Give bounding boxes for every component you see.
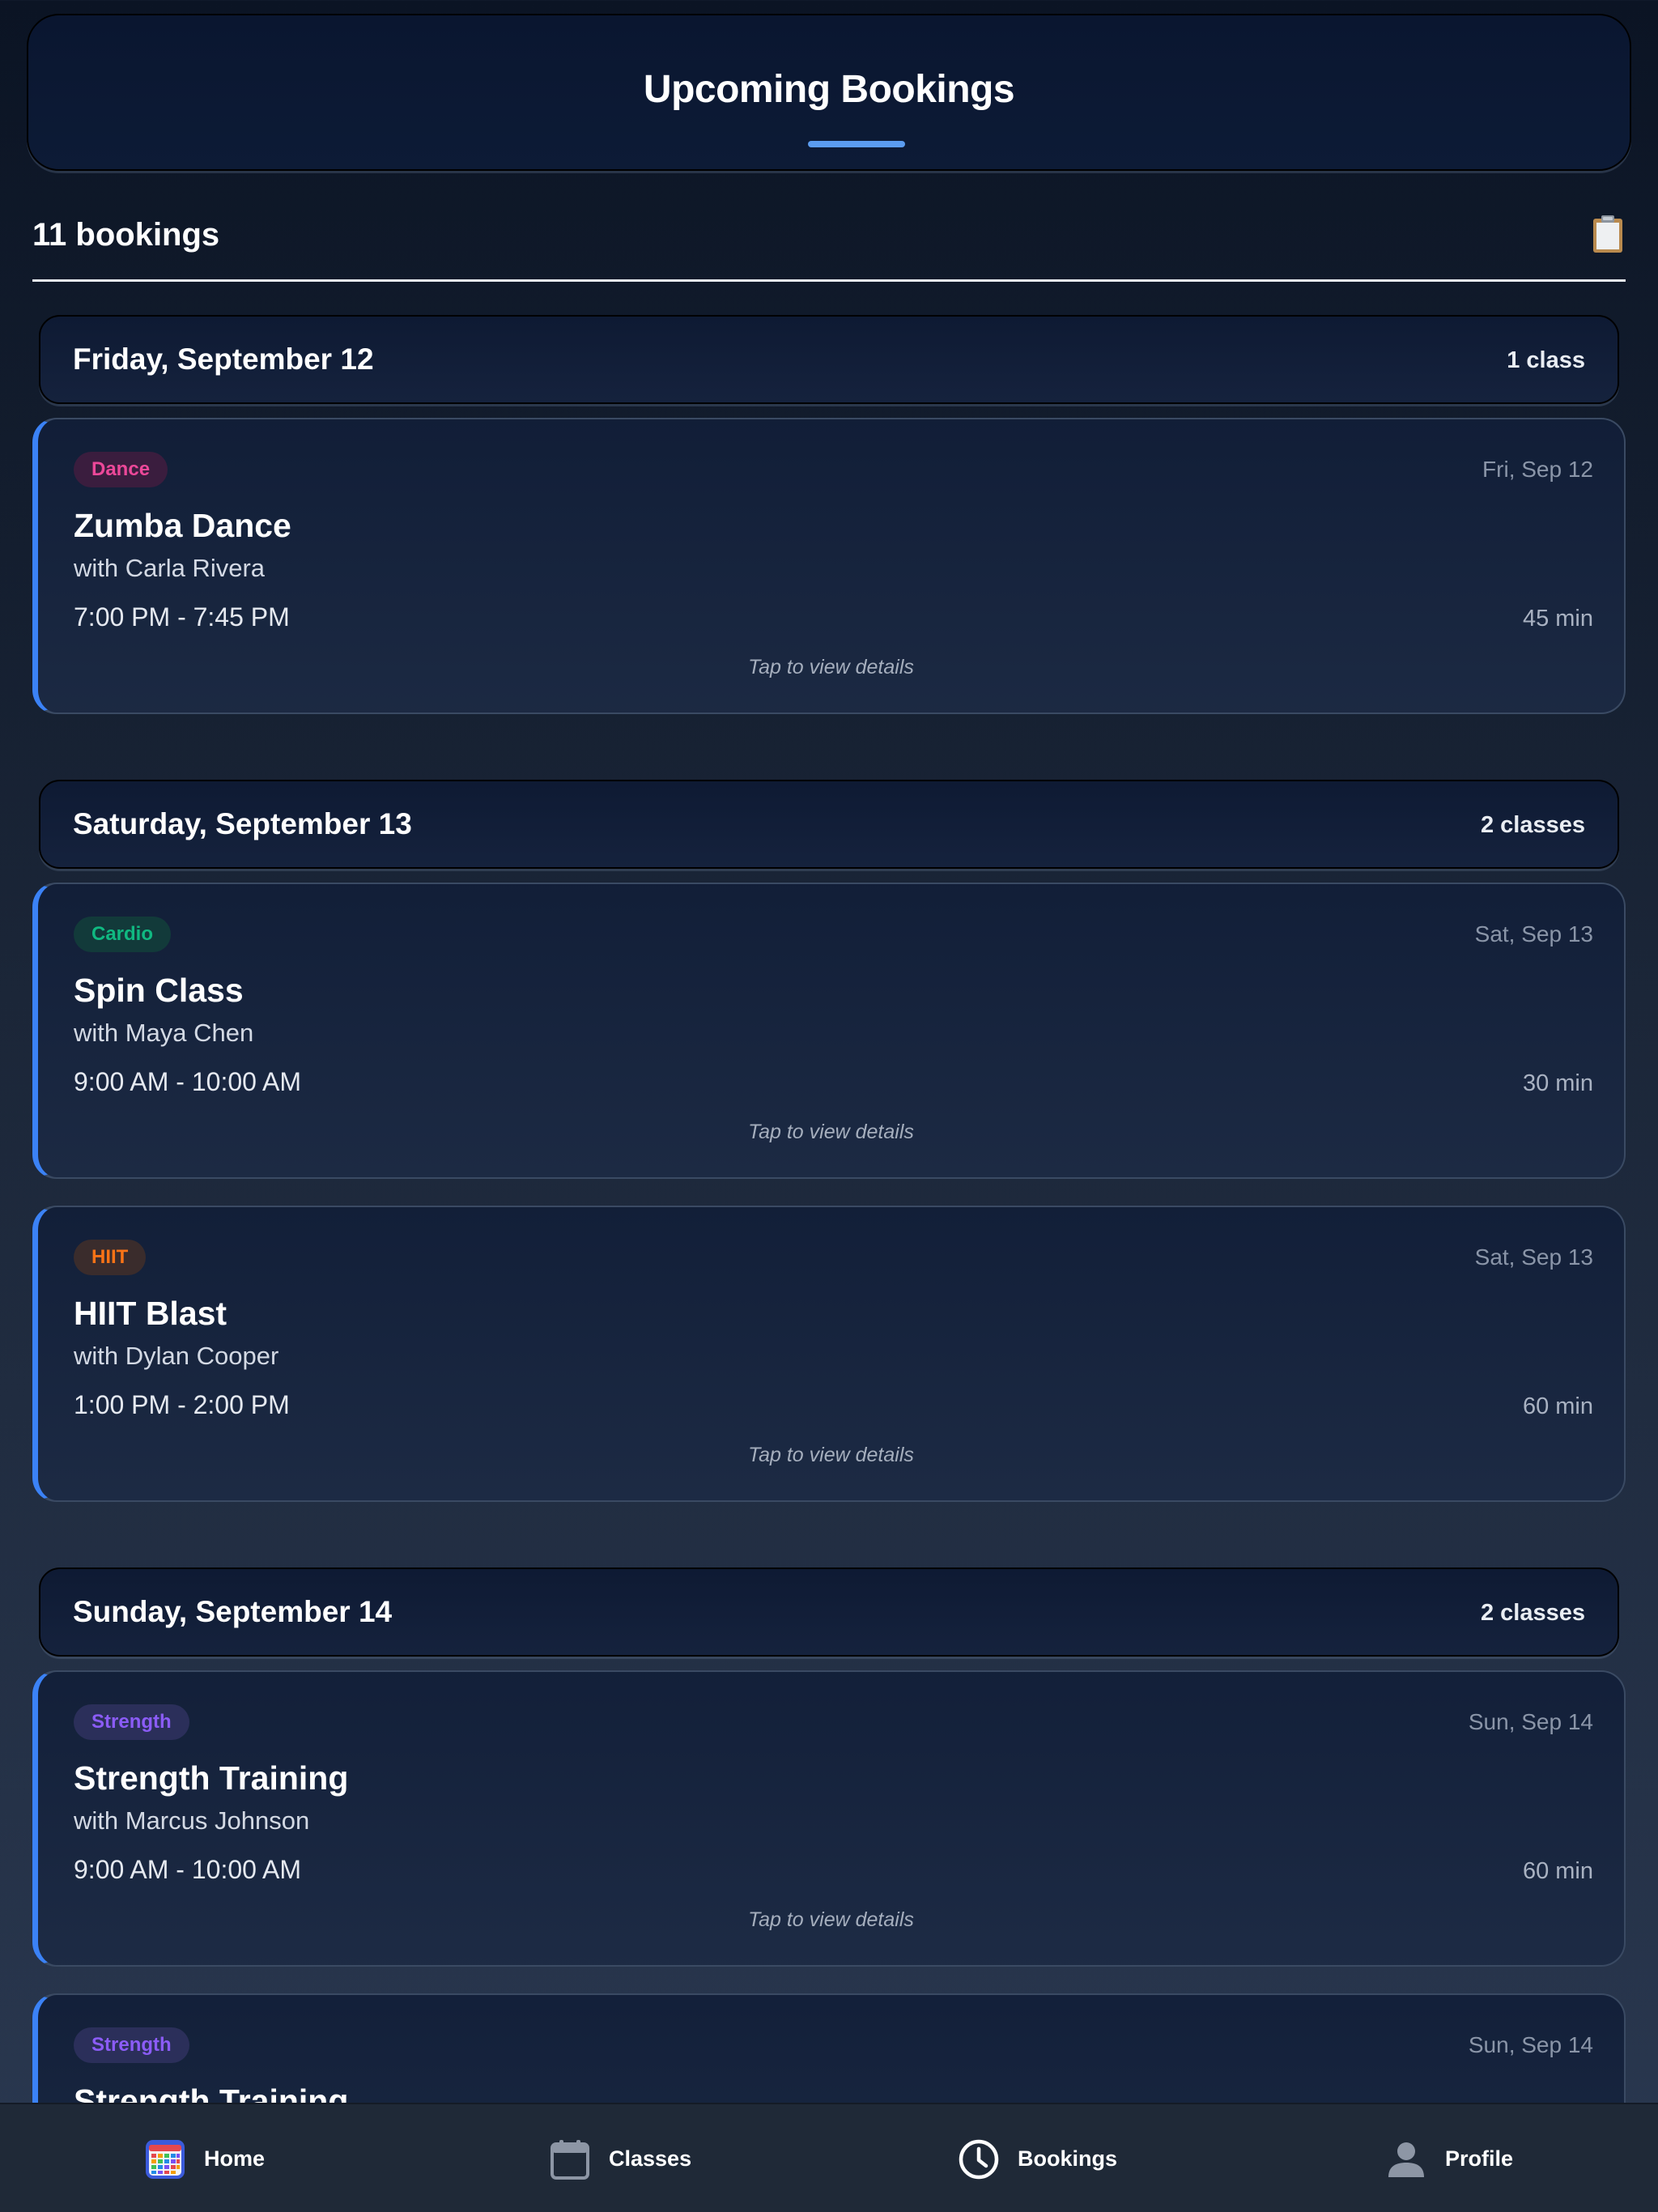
booking-date: Fri, Sep 12 bbox=[1482, 457, 1593, 482]
nav-item-home[interactable]: Home bbox=[144, 2104, 265, 2212]
bookings-page: Upcoming Bookings 11 bookings Friday, Se… bbox=[0, 0, 1658, 2103]
class-time: 9:00 AM - 10:00 AM bbox=[74, 1855, 302, 1884]
view-details-hint: Tap to view details bbox=[748, 1908, 914, 1931]
nav-label: Profile bbox=[1445, 2146, 1514, 2171]
calendar-icon bbox=[551, 2139, 589, 2180]
bookings-count: 11 bookings bbox=[32, 217, 220, 253]
person-icon bbox=[1388, 2142, 1424, 2177]
view-details-hint: Tap to view details bbox=[748, 656, 914, 678]
day-class-count: 2 classes bbox=[1480, 812, 1585, 838]
booking-card[interactable]: Strength Sun, Sep 14 Strength Training w… bbox=[32, 1670, 1626, 1967]
class-duration: 30 min bbox=[1522, 1070, 1593, 1096]
instructor-name: with Marcus Johnson bbox=[74, 1806, 310, 1835]
booking-card[interactable]: HIIT Sat, Sep 13 HIIT Blast with Dylan C… bbox=[32, 1206, 1626, 1502]
nav-item-profile[interactable]: Profile bbox=[1385, 2104, 1513, 2212]
day-title: Saturday, September 13 bbox=[73, 807, 412, 840]
day-header-friday: Friday, September 12 1 class bbox=[39, 315, 1619, 404]
booking-card[interactable]: Dance Fri, Sep 12 Zumba Dance with Carla… bbox=[32, 418, 1626, 714]
booking-date: Sat, Sep 13 bbox=[1474, 1244, 1593, 1270]
category-tag: Cardio bbox=[74, 917, 172, 952]
class-duration: 60 min bbox=[1522, 1858, 1593, 1884]
instructor-name: with Dylan Cooper bbox=[74, 1342, 279, 1370]
nav-label: Classes bbox=[609, 2146, 692, 2171]
day-class-count: 1 class bbox=[1507, 347, 1585, 373]
nav-item-bookings[interactable]: Bookings bbox=[958, 2104, 1117, 2212]
view-details-hint: Tap to view details bbox=[748, 1121, 914, 1143]
day-class-count: 2 classes bbox=[1480, 1600, 1585, 1626]
class-title: Spin Class bbox=[74, 972, 244, 1009]
booking-card[interactable]: Cardio Sat, Sep 13 Spin Class with Maya … bbox=[32, 883, 1626, 1179]
instructor-name: with Maya Chen bbox=[74, 1019, 254, 1047]
nav-label: Home bbox=[204, 2146, 266, 2171]
booking-date: Sat, Sep 13 bbox=[1474, 921, 1593, 946]
class-duration: 60 min bbox=[1522, 1393, 1593, 1419]
day-header-saturday: Saturday, September 13 2 classes bbox=[39, 780, 1619, 869]
class-time: 9:00 AM - 10:00 AM bbox=[74, 1067, 302, 1096]
class-title: HIIT Blast bbox=[74, 1295, 227, 1332]
class-title: Zumba Dance bbox=[74, 507, 291, 544]
class-title: Strength Training bbox=[74, 1759, 349, 1797]
nav-item-classes[interactable]: Classes bbox=[549, 2104, 691, 2212]
calendar-grid-icon bbox=[146, 2139, 185, 2179]
clipboard-icon bbox=[1593, 215, 1622, 253]
instructor-name: with Carla Rivera bbox=[74, 554, 266, 582]
category-tag: HIIT bbox=[74, 1240, 147, 1275]
day-title: Sunday, September 14 bbox=[73, 1595, 393, 1628]
booking-date: Sun, Sep 14 bbox=[1468, 1709, 1593, 1734]
class-duration: 45 min bbox=[1522, 606, 1593, 632]
bookings-summary: 11 bookings bbox=[32, 212, 1626, 282]
day-header-sunday: Sunday, September 14 2 classes bbox=[39, 1568, 1619, 1657]
class-title: Strength Training bbox=[74, 2082, 349, 2103]
booking-card[interactable]: Strength Sun, Sep 14 Strength Training bbox=[32, 1993, 1626, 2103]
category-tag: Strength bbox=[74, 2027, 189, 2063]
page-header: Upcoming Bookings bbox=[27, 14, 1631, 171]
title-underline bbox=[808, 141, 905, 147]
bottom-nav: Home Classes Bookings Profile bbox=[0, 2103, 1658, 2212]
clock-icon bbox=[959, 2139, 999, 2179]
view-details-hint: Tap to view details bbox=[748, 1444, 914, 1466]
day-title: Friday, September 12 bbox=[73, 342, 374, 376]
category-tag: Strength bbox=[74, 1704, 189, 1740]
page-title: Upcoming Bookings bbox=[643, 68, 1015, 111]
class-time: 7:00 PM - 7:45 PM bbox=[74, 602, 290, 632]
class-time: 1:00 PM - 2:00 PM bbox=[74, 1390, 290, 1419]
category-tag: Dance bbox=[74, 452, 168, 487]
booking-date: Sun, Sep 14 bbox=[1468, 2032, 1593, 2057]
nav-label: Bookings bbox=[1018, 2146, 1118, 2171]
